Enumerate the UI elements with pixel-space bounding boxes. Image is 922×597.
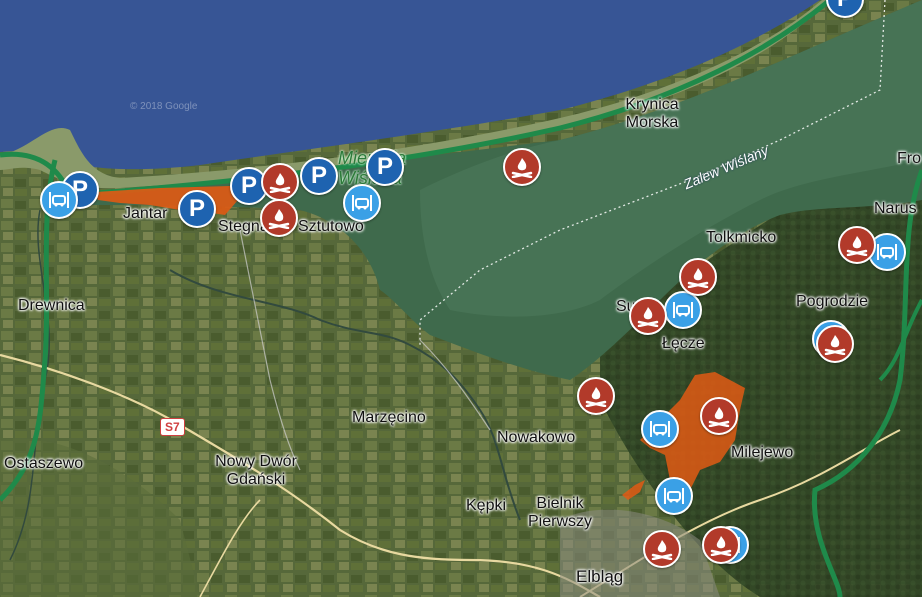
campfire-icon [651, 540, 673, 560]
place-kepki[interactable]: Kępki [466, 497, 506, 515]
campfire-icon [585, 387, 607, 407]
car-rental-icon [673, 302, 693, 318]
place-pogrodzie[interactable]: Pogrodzie [796, 293, 868, 311]
car-rental-icon [650, 421, 670, 437]
campfire-icon [708, 407, 730, 427]
place-krynica-morska[interactable]: Krynica Morska [625, 96, 678, 132]
place-marzecino[interactable]: Marzęcino [352, 409, 426, 427]
parking-icon: P [310, 162, 327, 189]
campfire-marker[interactable] [577, 377, 615, 415]
campfire-icon [846, 236, 868, 256]
campfire-icon [824, 335, 846, 355]
campfire-marker[interactable] [679, 258, 717, 296]
campfire-icon [687, 268, 709, 288]
parking-icon: P [837, 0, 853, 13]
campfire-marker[interactable] [702, 526, 740, 564]
campfire-marker[interactable] [816, 325, 854, 363]
car-rental-icon [49, 192, 69, 208]
car-rental-icon [664, 488, 684, 504]
campfire-icon [269, 173, 291, 193]
place-narus[interactable]: Narus [874, 200, 917, 218]
campfire-marker[interactable] [261, 163, 299, 201]
place-sztutowo[interactable]: Sztutowo [298, 218, 364, 236]
campfire-marker[interactable] [700, 397, 738, 435]
car-rental-icon [352, 195, 372, 211]
place-fro[interactable]: Fro [897, 150, 921, 168]
campfire-icon [268, 209, 290, 229]
campfire-marker[interactable] [503, 148, 541, 186]
parking-marker[interactable]: P [366, 148, 404, 186]
campfire-icon [511, 158, 533, 178]
place-jantar[interactable]: Jantar [123, 205, 167, 223]
satellite-map[interactable]: © 2018 Google Krynica Morska Jantar Steg… [0, 0, 922, 597]
car-rental-marker[interactable] [343, 184, 381, 222]
car-rental-icon [877, 244, 897, 260]
parking-icon: P [188, 195, 205, 222]
place-nowy-dwor-gdanski[interactable]: Nowy Dwór Gdański [215, 453, 297, 489]
place-tolkmicko[interactable]: Tolkmicko [706, 229, 776, 247]
place-bielnik-pierwszy[interactable]: Bielnik Pierwszy [528, 495, 592, 531]
place-milejewo[interactable]: Milejewo [731, 444, 793, 462]
parking-icon: P [376, 153, 393, 180]
car-rental-marker[interactable] [40, 181, 78, 219]
map-base-layer [0, 0, 922, 597]
place-nowakowo[interactable]: Nowakowo [497, 429, 575, 447]
campfire-marker[interactable] [260, 199, 298, 237]
parking-icon: P [240, 172, 257, 199]
car-rental-marker[interactable] [655, 477, 693, 515]
place-drewnica[interactable]: Drewnica [18, 297, 85, 315]
car-rental-marker[interactable] [641, 410, 679, 448]
car-rental-marker[interactable] [664, 291, 702, 329]
place-lecze[interactable]: Łęcze [662, 335, 705, 353]
place-ostaszewo[interactable]: Ostaszewo [4, 455, 83, 473]
campfire-icon [710, 536, 732, 556]
map-copyright: © 2018 Google [130, 101, 198, 112]
road-shield-s7: S7 [160, 418, 185, 436]
parking-marker[interactable]: P [178, 190, 216, 228]
campfire-marker[interactable] [838, 226, 876, 264]
campfire-icon [637, 307, 659, 327]
parking-marker[interactable]: P [300, 157, 338, 195]
place-elblag[interactable]: Elbląg [576, 568, 623, 586]
campfire-marker[interactable] [643, 530, 681, 568]
campfire-marker[interactable] [629, 297, 667, 335]
